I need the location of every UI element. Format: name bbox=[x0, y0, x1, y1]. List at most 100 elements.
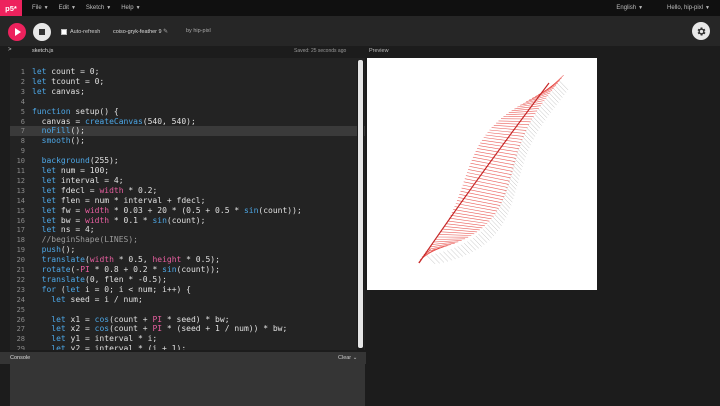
menu-file[interactable]: File ▼ bbox=[32, 5, 49, 11]
preview-label: Preview bbox=[369, 48, 389, 54]
chevron-down-icon: ▼ bbox=[135, 5, 141, 11]
code-text: let interval = 4; bbox=[41, 175, 124, 185]
menu-edit-label: Edit bbox=[58, 5, 69, 11]
editor-tab-bar: > sketch.js Saved: 25 seconds ago bbox=[0, 46, 366, 56]
code-line[interactable]: 18 //beginShape(LINES); bbox=[10, 235, 365, 245]
code-text: smooth(); bbox=[41, 136, 85, 146]
file-tab-sketch[interactable]: sketch.js bbox=[32, 48, 53, 54]
language-label: English bbox=[616, 5, 637, 11]
menu-bar: p5* File ▼ Edit ▼ Sketch ▼ Help ▼ English ▼ H… bbox=[0, 0, 720, 16]
code-text: let canvas; bbox=[32, 86, 85, 96]
stop-button[interactable] bbox=[33, 23, 51, 41]
code-line[interactable]: 21 rotate(-PI * 0.8 + 0.2 * sin(count)); bbox=[10, 265, 365, 275]
chevron-down-icon: ▼ bbox=[43, 5, 49, 11]
code-line[interactable]: 2 let tcount = 0; bbox=[10, 77, 365, 87]
code-line[interactable]: 1 let count = 0; bbox=[10, 67, 365, 77]
code-line[interactable]: 25 bbox=[10, 305, 365, 315]
code-line[interactable]: 6 canvas = createCanvas(540, 540); bbox=[10, 117, 365, 127]
code-line[interactable]: 14 let flen = num * interval + fdecl; bbox=[10, 196, 365, 206]
code-line[interactable]: 10 background(255); bbox=[10, 156, 365, 166]
toolbar: Auto-refresh coiso-gryk-feather 9 ✎ by h… bbox=[0, 16, 720, 46]
code-line[interactable]: 22 translate(0, flen * -0.5); bbox=[10, 275, 365, 285]
saved-status: Saved: 25 seconds ago bbox=[294, 48, 347, 54]
sketch-name[interactable]: coiso-gryk-feather 9 ✎ bbox=[113, 28, 168, 35]
p5-logo[interactable]: p5* bbox=[0, 0, 22, 16]
code-text: let num = 100; bbox=[41, 166, 110, 175]
play-button[interactable] bbox=[8, 23, 26, 41]
code-text: let bw = width * 0.1 * sin(count); bbox=[41, 215, 206, 225]
code-line[interactable]: 9 bbox=[10, 146, 365, 156]
code-line[interactable]: 12 let interval = 4; bbox=[10, 176, 365, 186]
language-menu[interactable]: English ▼ bbox=[616, 5, 643, 11]
code-line[interactable]: 3 let canvas; bbox=[10, 87, 365, 97]
console-clear-label: Clear bbox=[338, 355, 352, 361]
chevron-down-icon: ▼ bbox=[705, 5, 710, 11]
user-label: Hello, hip-pixl bbox=[667, 5, 704, 11]
menu-sketch-label: Sketch bbox=[85, 5, 105, 11]
console-header: Console Clear ⌄ bbox=[0, 352, 366, 364]
code-line[interactable]: 23 for (let i = 0; i < num; i++) { bbox=[10, 285, 365, 295]
code-line[interactable]: 27 let x2 = cos(count + PI * (seed + 1 /… bbox=[10, 324, 365, 334]
code-text: push(); bbox=[41, 245, 76, 255]
sketch-author[interactable]: by hip-pixl bbox=[186, 28, 211, 34]
console-title: Console bbox=[10, 355, 31, 361]
code-text: background(255); bbox=[41, 156, 119, 166]
code-text: canvas = createCanvas(540, 540); bbox=[32, 116, 196, 126]
code-text: rotate(-PI * 0.8 + 0.2 * sin(count)); bbox=[41, 265, 220, 274]
code-line[interactable]: 15 let fw = width * 0.03 + 20 * (0.5 + 0… bbox=[10, 206, 365, 216]
code-line[interactable]: 11 let num = 100; bbox=[10, 166, 365, 176]
code-text: let x1 = cos(count + PI * seed) * bw; bbox=[51, 314, 230, 324]
code-editor[interactable]: 1 let count = 0; 2 let tcount = 0; 3 let canv… bbox=[10, 58, 365, 350]
sidebar-toggle-button[interactable]: > bbox=[8, 47, 12, 53]
feather-drawing bbox=[418, 74, 569, 265]
code-line[interactable]: 24 let seed = i / num; bbox=[10, 295, 365, 305]
code-text: let y1 = interval * i; bbox=[51, 334, 158, 344]
code-text: let y2 = interval * (i + 1); bbox=[51, 344, 187, 350]
code-line[interactable]: 28 let y1 = interval * i; bbox=[10, 334, 365, 344]
code-text: for (let i = 0; i < num; i++) { bbox=[41, 284, 191, 294]
chevron-down-icon: ▼ bbox=[70, 5, 76, 11]
code-text: let seed = i / num; bbox=[51, 294, 143, 304]
menu-help-label: Help bbox=[121, 5, 134, 11]
pencil-icon[interactable]: ✎ bbox=[163, 29, 168, 35]
code-line[interactable]: 20 translate(width * 0.5, height * 0.5); bbox=[10, 255, 365, 265]
menu-sketch[interactable]: Sketch ▼ bbox=[86, 5, 111, 11]
user-menu[interactable]: Hello, hip-pixl ▼ bbox=[667, 5, 710, 11]
console-clear-button[interactable]: Clear ⌄ bbox=[338, 355, 357, 361]
editor-scrollbar[interactable] bbox=[357, 60, 364, 350]
code-line[interactable]: 19 push(); bbox=[10, 245, 365, 255]
code-text: //beginShape(LINES); bbox=[32, 235, 138, 245]
sketch-name-label: coiso-gryk-feather 9 bbox=[113, 29, 162, 35]
line-number: 29 bbox=[16, 345, 25, 350]
settings-button[interactable] bbox=[692, 22, 710, 40]
code-text: let fdecl = width * 0.2; bbox=[41, 185, 158, 195]
code-line[interactable]: 16 let bw = width * 0.1 * sin(count); bbox=[10, 216, 365, 226]
code-text: let fw = width * 0.03 + 20 * (0.5 + 0.5 … bbox=[41, 205, 302, 215]
console-output bbox=[10, 364, 365, 406]
code-line[interactable]: 7 noFill(); bbox=[10, 126, 365, 137]
auto-refresh-checkbox[interactable] bbox=[61, 29, 67, 35]
chevron-down-icon[interactable]: ⌄ bbox=[353, 355, 358, 361]
stop-icon bbox=[39, 29, 45, 35]
code-line[interactable]: 26 let x1 = cos(count + PI * seed) * bw; bbox=[10, 315, 365, 325]
auto-refresh-label: Auto-refresh bbox=[70, 29, 101, 35]
code-text: let ns = 4; bbox=[41, 225, 95, 235]
sketch-canvas[interactable] bbox=[367, 58, 597, 290]
code-line[interactable]: 13 let fdecl = width * 0.2; bbox=[10, 186, 365, 196]
code-line[interactable]: 4 bbox=[10, 97, 365, 107]
chevron-down-icon: ▼ bbox=[106, 5, 112, 11]
chevron-down-icon: ▼ bbox=[638, 5, 644, 11]
code-line[interactable]: 8 smooth(); bbox=[10, 136, 365, 146]
code-line[interactable]: 17 let ns = 4; bbox=[10, 225, 365, 235]
code-text: translate(0, flen * -0.5); bbox=[41, 274, 167, 284]
menu-edit[interactable]: Edit ▼ bbox=[59, 5, 76, 11]
code-line[interactable]: 5 function setup() { bbox=[10, 107, 365, 117]
menu-file-label: File bbox=[32, 5, 42, 11]
code-text: let count = 0; bbox=[32, 67, 100, 76]
menu-help[interactable]: Help ▼ bbox=[121, 5, 140, 11]
code-line[interactable]: 29 let y2 = interval * (i + 1); bbox=[10, 344, 365, 350]
editor-scroll-thumb[interactable] bbox=[358, 60, 363, 348]
auto-refresh-toggle[interactable]: Auto-refresh bbox=[61, 29, 100, 35]
gear-icon bbox=[697, 26, 705, 36]
code-text: noFill(); bbox=[41, 126, 85, 136]
